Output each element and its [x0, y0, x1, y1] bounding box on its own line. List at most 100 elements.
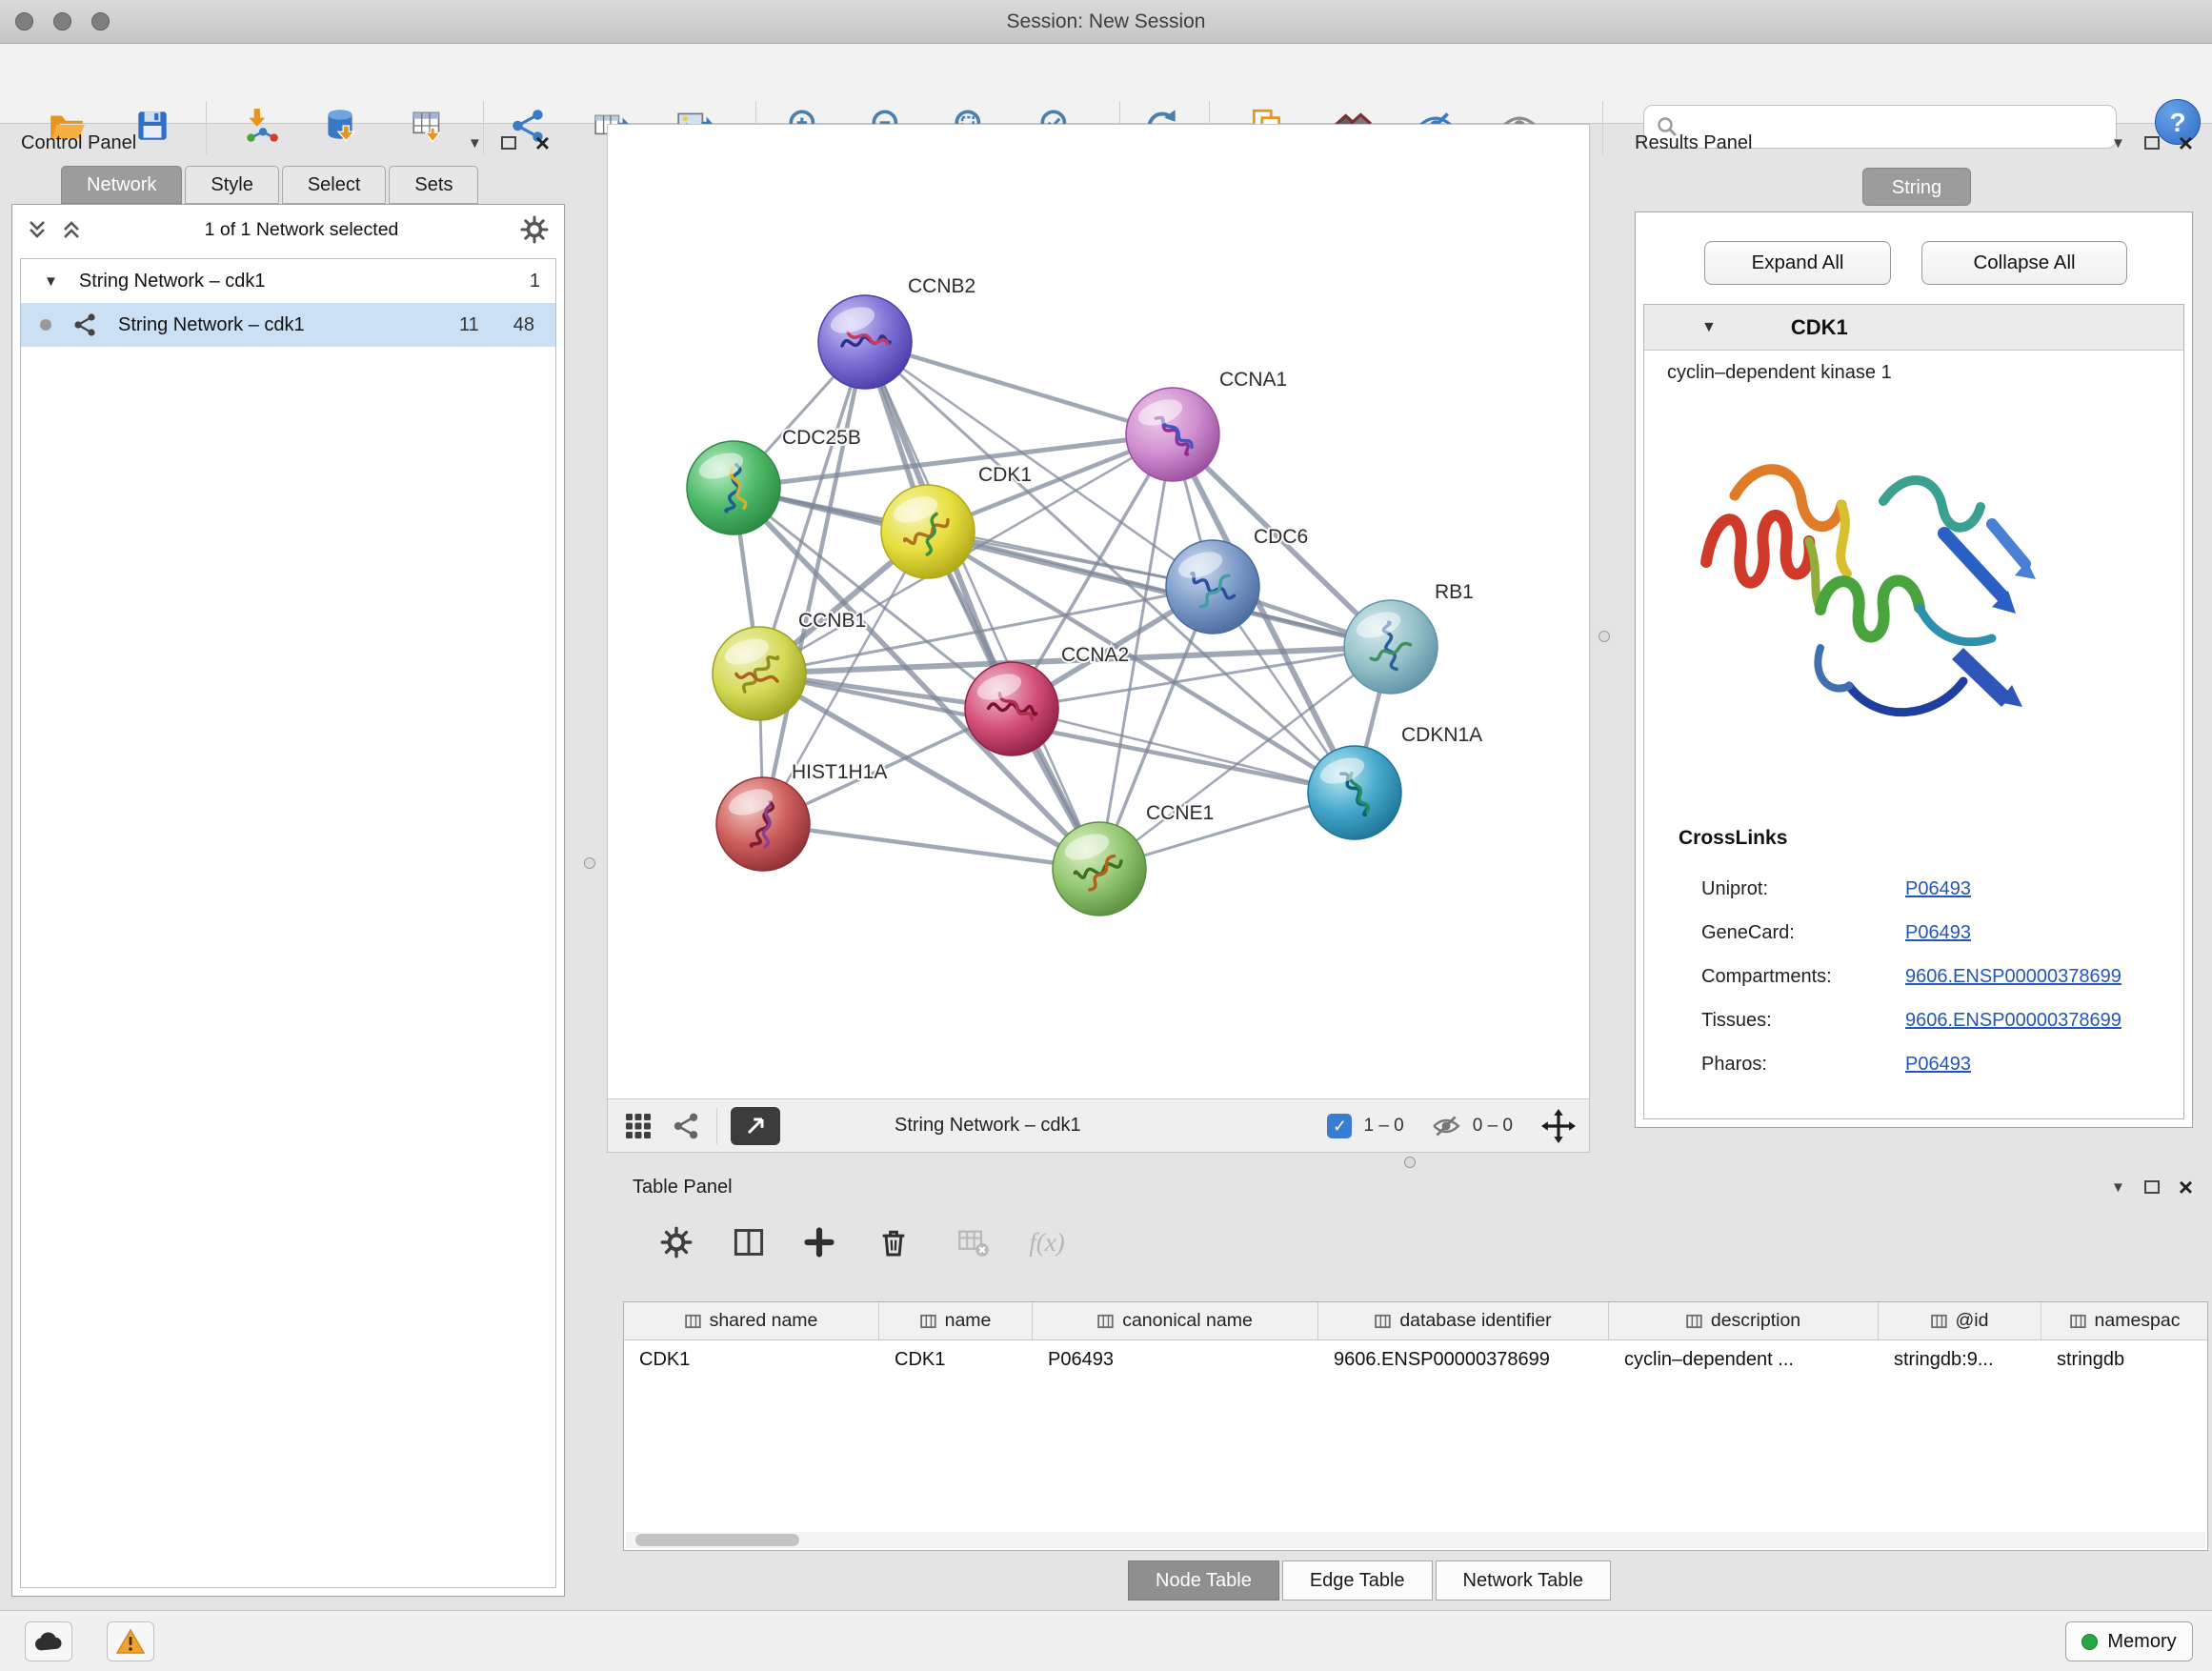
warning-status-button[interactable] [107, 1621, 154, 1661]
tab-string[interactable]: String [1862, 168, 1971, 206]
network-node-label: CCNA1 [1219, 369, 1287, 391]
network-node-CCNE1[interactable] [1053, 822, 1146, 916]
add-column-button[interactable] [796, 1219, 842, 1265]
crosslink-link[interactable]: P06493 [1905, 878, 1971, 900]
network-node-CCNB2[interactable] [818, 295, 912, 389]
network-node-CCNA2[interactable] [965, 662, 1058, 755]
crosslink-link[interactable]: P06493 [1905, 922, 1971, 944]
expand-all-icon[interactable] [60, 218, 83, 241]
panel-float-icon[interactable] [501, 136, 516, 150]
network-graph[interactable]: CCNB2CCNA1CDC25BCDK1CDC6RB1CCNB1CCNA2CDK… [608, 125, 1589, 1098]
panel-menu-icon[interactable]: ▼ [2111, 135, 2125, 151]
selected-checkbox-icon[interactable]: ✓ [1327, 1114, 1352, 1138]
panel-float-icon[interactable] [2144, 136, 2160, 150]
tab-sets[interactable]: Sets [389, 166, 478, 204]
network-edge[interactable] [865, 342, 1099, 869]
gene-name: CDK1 [1791, 315, 1848, 340]
network-row[interactable]: String Network – cdk1 11 48 [21, 303, 555, 347]
panel-close-icon[interactable]: × [2179, 1178, 2193, 1197]
disclosure-triangle-icon[interactable]: ▼ [44, 273, 58, 290]
network-node-RB1[interactable] [1344, 600, 1438, 694]
crosslinks-title: CrossLinks [1679, 827, 1787, 850]
network-edge[interactable] [763, 824, 1099, 869]
network-node-CDC6[interactable] [1166, 540, 1259, 634]
gene-section-header[interactable]: ▼ CDK1 [1644, 305, 2183, 351]
close-window-button[interactable] [15, 12, 33, 30]
table-settings-button[interactable] [654, 1219, 699, 1265]
results-panel-title: Results Panel [1635, 132, 1752, 154]
network-edge[interactable] [763, 342, 865, 824]
column-header-namespac[interactable]: namespac [2041, 1302, 2208, 1339]
crosslink-link[interactable]: P06493 [1905, 1054, 1971, 1076]
show-columns-button[interactable] [726, 1219, 772, 1265]
control-panel: Control Panel ▼ × NetworkStyleSelectSets… [8, 124, 569, 1597]
collapse-all-button[interactable]: Collapse All [1921, 241, 2127, 285]
crosslink-link[interactable]: 9606.ENSP00000378699 [1905, 966, 2122, 988]
window-title: Session: New Session [0, 0, 2212, 44]
tab-network[interactable]: Network [61, 166, 182, 204]
scrollbar-thumb[interactable] [635, 1534, 799, 1546]
memory-button[interactable]: Memory [2065, 1621, 2193, 1661]
delete-column-button[interactable] [871, 1219, 916, 1265]
table-cell[interactable]: 9606.ENSP00000378699 [1318, 1349, 1609, 1371]
network-node-CDKN1A[interactable] [1308, 746, 1401, 839]
network-tree: ▼ String Network – cdk1 1 String Network… [20, 258, 556, 1588]
network-list-button[interactable] [669, 1109, 703, 1143]
network-edge[interactable] [1012, 709, 1355, 793]
network-collection-row[interactable]: ▼ String Network – cdk1 1 [21, 259, 555, 303]
delete-table-icon [957, 1226, 990, 1258]
column-header-name[interactable]: name [879, 1302, 1033, 1339]
crosslink-link[interactable]: 9606.ENSP00000378699 [1905, 1010, 2122, 1032]
panel-close-icon[interactable]: × [2179, 133, 2193, 152]
table-cell[interactable]: cyclin–dependent ... [1609, 1349, 1879, 1371]
minimize-window-button[interactable] [53, 12, 71, 30]
expand-all-button[interactable]: Expand All [1704, 241, 1891, 285]
collapse-all-icon[interactable] [26, 218, 49, 241]
network-node-CCNA1[interactable] [1126, 388, 1219, 481]
table-cell[interactable]: stringdb [2041, 1349, 2208, 1371]
gear-icon[interactable] [520, 215, 549, 244]
maximize-window-button[interactable] [91, 12, 110, 30]
table-cell[interactable]: P06493 [1033, 1349, 1318, 1371]
network-node-CDK1[interactable] [881, 485, 975, 578]
panel-menu-icon[interactable]: ▼ [2111, 1179, 2125, 1196]
horizontal-scrollbar[interactable] [626, 1532, 2205, 1548]
grid-view-button[interactable] [621, 1109, 655, 1143]
table-cell[interactable]: stringdb:9... [1879, 1349, 2041, 1371]
control-panel-content: 1 of 1 Network selected ▼ String Network… [11, 204, 565, 1597]
delete-table-button-disabled[interactable] [951, 1219, 996, 1265]
panel-float-icon[interactable] [2144, 1180, 2160, 1194]
splitter-handle[interactable] [584, 857, 595, 869]
column-header-canonical-name[interactable]: canonical name [1033, 1302, 1318, 1339]
network-node-HIST1H1A[interactable] [716, 777, 810, 871]
network-node-CDC25B[interactable] [687, 441, 780, 534]
diagonal-arrow-icon [742, 1113, 769, 1139]
tab-node-table[interactable]: Node Table [1128, 1560, 1279, 1601]
network-edge[interactable] [865, 342, 1173, 434]
column-header-description[interactable]: description [1609, 1302, 1879, 1339]
pan-crosshair-icon[interactable] [1541, 1109, 1576, 1143]
network-node-CCNB1[interactable] [713, 627, 806, 720]
results-panel: Results Panel ▼ × String Expand All Coll… [1621, 124, 2212, 1191]
table-row[interactable]: CDK1CDK1P064939606.ENSP00000378699cyclin… [624, 1340, 2207, 1379]
table-cell[interactable]: CDK1 [879, 1349, 1033, 1371]
disclosure-triangle-icon[interactable]: ▼ [1701, 319, 1717, 336]
network-canvas[interactable]: CCNB2CCNA1CDC25BCDK1CDC6RB1CCNB1CCNA2CDK… [607, 124, 1590, 1153]
table-cell[interactable]: CDK1 [624, 1349, 879, 1371]
tab-style[interactable]: Style [185, 166, 278, 204]
hidden-eye-slash-icon[interactable] [1431, 1111, 1461, 1141]
tab-edge-table[interactable]: Edge Table [1282, 1560, 1433, 1601]
column-header--id[interactable]: @id [1879, 1302, 2041, 1339]
panel-close-icon[interactable]: × [535, 133, 550, 152]
tab-select[interactable]: Select [282, 166, 387, 204]
birdseye-button[interactable] [731, 1107, 780, 1145]
control-panel-title: Control Panel [21, 132, 136, 154]
function-builder-button-disabled[interactable]: f(x) [1014, 1219, 1080, 1265]
cloud-status-button[interactable] [25, 1621, 72, 1661]
splitter-handle[interactable] [1404, 1157, 1416, 1168]
tab-network-table[interactable]: Network Table [1436, 1560, 1611, 1601]
panel-menu-icon[interactable]: ▼ [468, 135, 482, 151]
splitter-handle[interactable] [1599, 631, 1610, 642]
column-header-shared-name[interactable]: shared name [624, 1302, 879, 1339]
column-header-database-identifier[interactable]: database identifier [1318, 1302, 1609, 1339]
